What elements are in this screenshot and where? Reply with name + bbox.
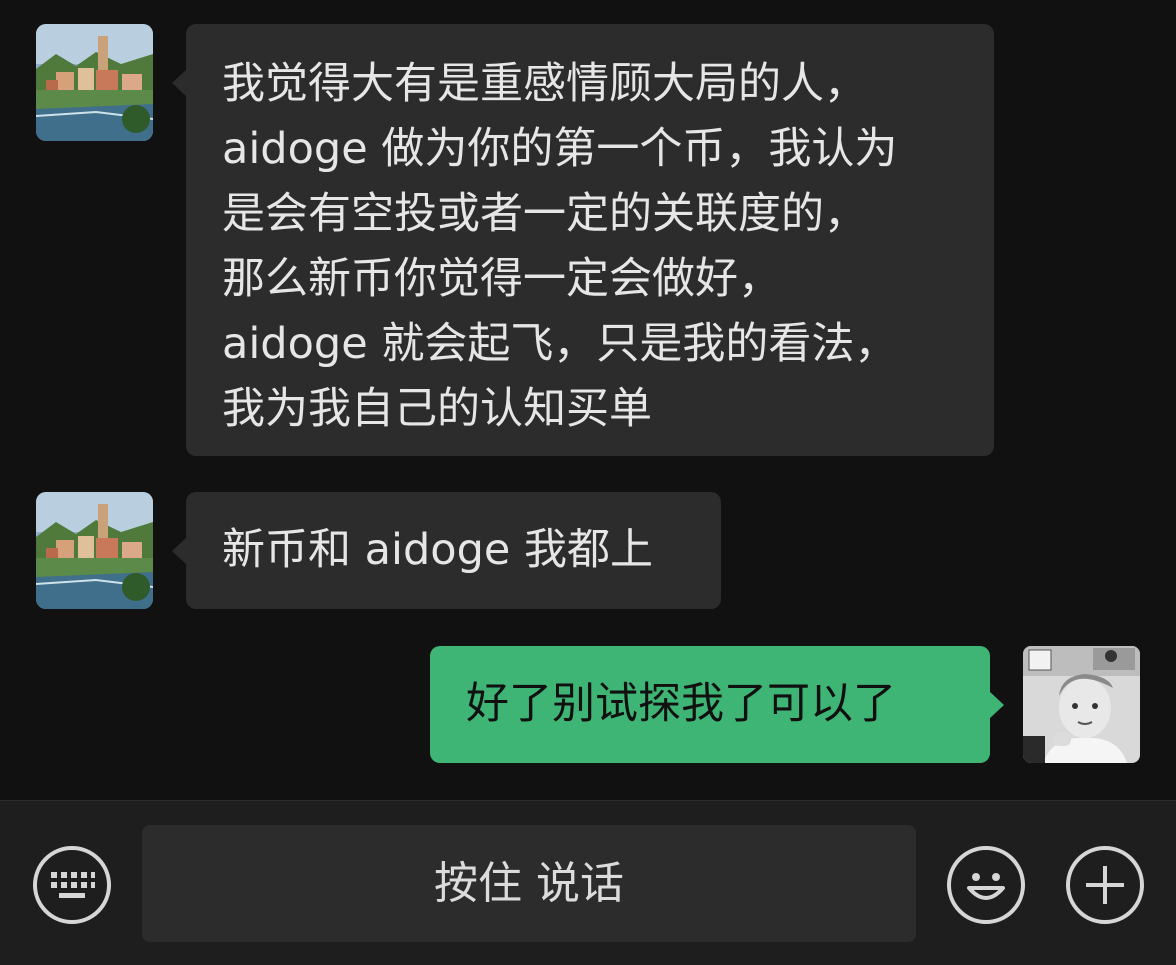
bubble-tail bbox=[172, 69, 187, 97]
lakeside-town-image bbox=[36, 24, 153, 141]
incoming-message-bubble[interactable]: 新币和 aidoge 我都上 bbox=[172, 492, 721, 609]
message-text-line: 那么新币你觉得一定会做好， bbox=[222, 254, 781, 304]
hold-to-talk-label: 按住 说话 bbox=[434, 858, 624, 909]
chat-area: 我觉得大有是重感情顾大局的人， aidoge 做为你的第一个币，我认为 是会有空… bbox=[0, 0, 1176, 800]
lakeside-town-image bbox=[36, 492, 153, 609]
hold-to-talk-button[interactable]: 按住 说话 bbox=[142, 825, 916, 942]
more-options-button[interactable] bbox=[1066, 846, 1144, 924]
input-bar: 按住 说话 bbox=[0, 800, 1176, 965]
my-avatar[interactable] bbox=[1023, 646, 1140, 763]
message-text-line: aidoge 做为你的第一个币，我认为 bbox=[222, 124, 898, 174]
message-text-line: 我觉得大有是重感情顾大局的人， bbox=[222, 59, 867, 109]
message-text-line: aidoge 就会起飞，只是我的看法， bbox=[222, 319, 898, 369]
plus-icon bbox=[1086, 866, 1124, 904]
bubble-tail bbox=[172, 537, 187, 565]
keyboard-toggle-button[interactable] bbox=[33, 846, 111, 924]
emoji-button[interactable] bbox=[947, 846, 1025, 924]
message-text-line: 我为我自己的认知买单 bbox=[222, 384, 652, 434]
outgoing-message-bubble[interactable]: 好了别试探我了可以了 bbox=[430, 646, 1004, 763]
contact-avatar[interactable] bbox=[36, 24, 153, 141]
message-text-line: 新币和 aidoge 我都上 bbox=[222, 525, 653, 575]
message-text-line: 是会有空投或者一定的关联度的， bbox=[222, 189, 867, 239]
bubble-tail bbox=[989, 691, 1004, 719]
emoji-icon bbox=[967, 873, 1005, 900]
message-text-line: 好了别试探我了可以了 bbox=[466, 679, 896, 729]
keyboard-icon bbox=[51, 872, 95, 898]
incoming-message-bubble[interactable]: 我觉得大有是重感情顾大局的人， aidoge 做为你的第一个币，我认为 是会有空… bbox=[172, 24, 994, 456]
child-photo-image bbox=[1023, 646, 1140, 763]
contact-avatar[interactable] bbox=[36, 492, 153, 609]
